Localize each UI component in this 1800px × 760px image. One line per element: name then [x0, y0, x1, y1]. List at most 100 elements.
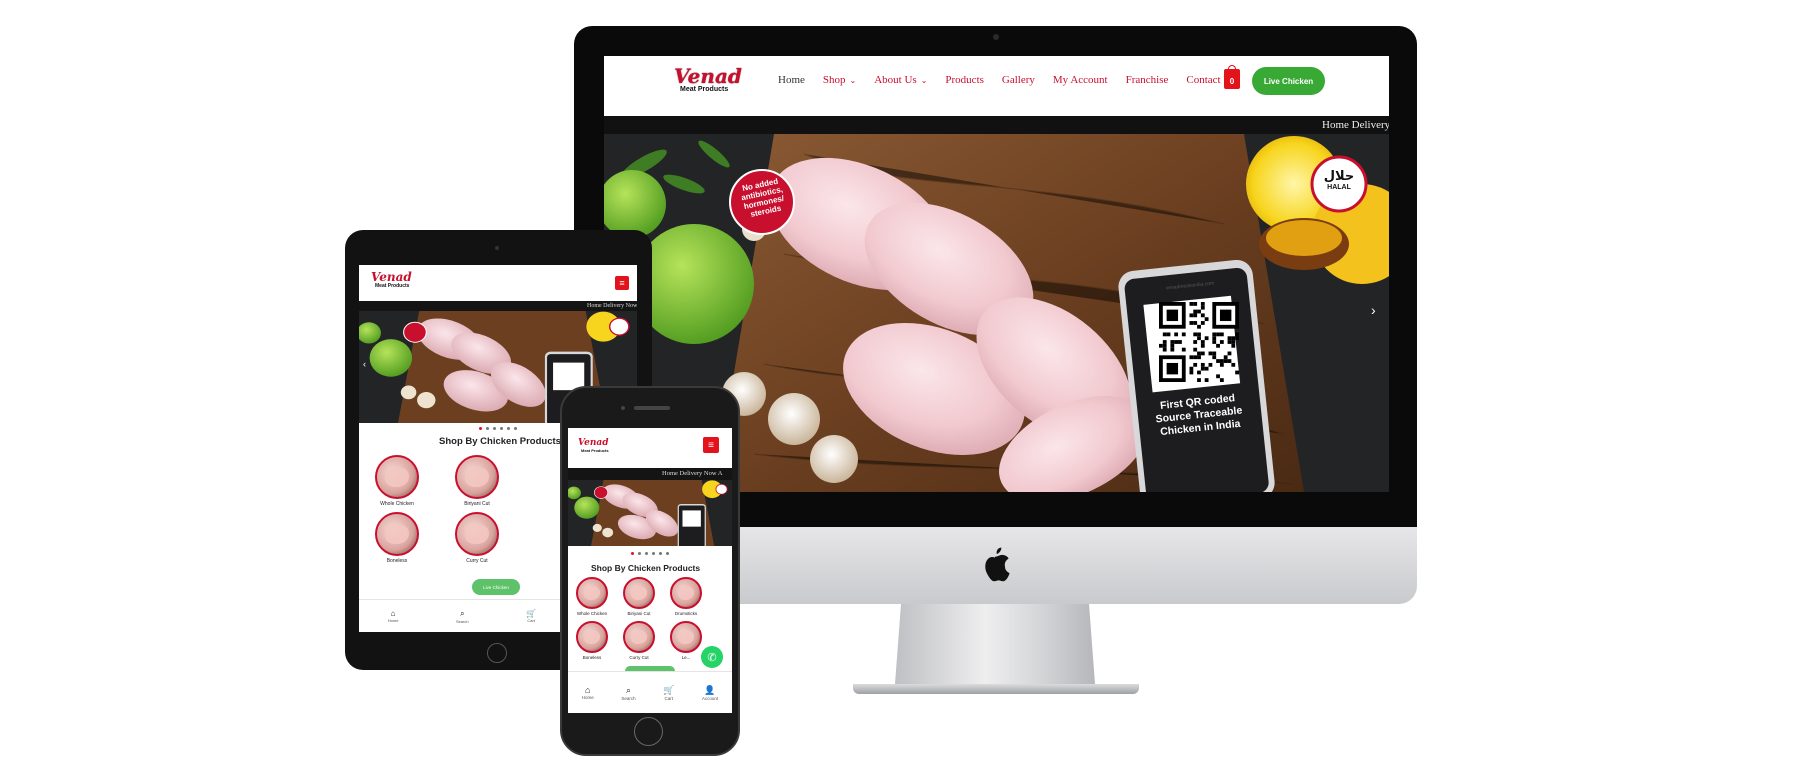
- nav-item-label: Shop: [822, 74, 846, 86]
- cart-icon: 🛒: [526, 609, 537, 618]
- halal-label: HALAL: [1327, 184, 1351, 191]
- apple-logo-icon: [985, 547, 1010, 582]
- category-label: Whole Chicken: [576, 611, 608, 616]
- halal-arabic: حلال: [1323, 169, 1355, 184]
- monitor-stand: [895, 604, 1095, 684]
- home-icon: ⌂: [585, 685, 591, 695]
- site-header: Venad Meat Products Home Shop ⌄ About Us ⌄ Pr…: [604, 56, 1389, 116]
- phone-hero-slider[interactable]: [568, 480, 732, 546]
- chevron-left-icon[interactable]: ‹: [363, 359, 366, 369]
- nav-item-home[interactable]: Home: [778, 74, 805, 86]
- main-nav: Home Shop ⌄ About Us ⌄ Products Gallery My Acco…: [778, 74, 1254, 86]
- bottom-nav-label: Account: [701, 695, 719, 701]
- logo-wordmark: Venad: [578, 438, 609, 448]
- ticker-text: Home Delivery Now A: [662, 470, 723, 477]
- logo-subtitle: Meat Products: [375, 283, 410, 289]
- bottom-nav-label: Cart: [664, 695, 673, 701]
- bottom-nav-label: Search: [455, 618, 469, 624]
- phone-bottom-nav: ⌂ Home ⌕ Search 🛒 Cart 👤 Account: [568, 671, 732, 713]
- slider-dot[interactable]: [486, 427, 489, 430]
- bottom-nav-home[interactable]: ⌂ Home: [388, 609, 399, 623]
- category-label: Curry Cut: [629, 655, 649, 660]
- phone-home-button: [634, 717, 663, 746]
- bottom-nav-cart[interactable]: 🛒 Cart: [663, 685, 674, 701]
- logo-subtitle: Meat Products: [581, 448, 609, 453]
- slider-dots[interactable]: [568, 552, 732, 555]
- category-image: [375, 455, 419, 499]
- bottom-nav-cart[interactable]: 🛒 Cart: [526, 609, 536, 623]
- category-image: [576, 577, 608, 609]
- slider-dot[interactable]: [652, 552, 655, 555]
- tablet-camera-icon: [495, 246, 499, 250]
- nav-item-about-us[interactable]: About Us ⌄: [874, 74, 927, 86]
- category-card[interactable]: Curry Cut: [615, 621, 663, 660]
- nav-item-gallery[interactable]: Gallery: [1002, 74, 1035, 86]
- account-icon: 👤: [704, 684, 716, 695]
- cart-icon[interactable]: 0: [1224, 65, 1240, 89]
- site-logo[interactable]: Venad Meat Products: [674, 66, 742, 104]
- category-card[interactable]: Curry Cut: [447, 512, 507, 564]
- tablet-ticker: Home Delivery Now: [359, 301, 637, 311]
- camera-icon: [993, 34, 999, 40]
- category-label: Boneless: [386, 558, 408, 564]
- category-image: [455, 512, 499, 556]
- bottom-nav-label: Cart: [527, 618, 535, 623]
- category-image: [455, 455, 499, 499]
- category-label: Biriyani Cut: [464, 501, 490, 507]
- search-icon: ⌕: [625, 684, 631, 695]
- slider-dot[interactable]: [507, 427, 510, 430]
- nav-item-label: About Us: [874, 74, 917, 86]
- bottom-nav-home[interactable]: ⌂ Home: [582, 685, 594, 700]
- monitor-stand-base: [853, 684, 1139, 694]
- chevron-right-icon[interactable]: ›: [1371, 302, 1376, 318]
- live-chicken-button[interactable]: Live Chicken: [472, 579, 520, 595]
- nav-item-franchise[interactable]: Franchise: [1126, 74, 1169, 86]
- category-image: [670, 577, 702, 609]
- bottom-nav-search[interactable]: ⌕ Search: [621, 685, 635, 701]
- qr-code-icon: [1159, 302, 1239, 382]
- hamburger-menu-icon[interactable]: ≡: [615, 276, 629, 290]
- hamburger-menu-icon[interactable]: ≡: [703, 437, 719, 453]
- phone-logo[interactable]: Venad Meat Products: [578, 438, 609, 454]
- slider-dot[interactable]: [514, 427, 517, 430]
- category-card[interactable]: Boneless: [367, 512, 427, 564]
- live-chicken-button[interactable]: Live Chicken: [1252, 67, 1325, 95]
- nav-item-my-account[interactable]: My Account: [1053, 74, 1108, 86]
- category-card[interactable]: Boneless: [568, 621, 616, 660]
- bottom-nav-label: Search: [621, 695, 636, 701]
- category-label: Whole Chicken: [380, 501, 414, 507]
- bottom-nav-account[interactable]: 👤Account: [702, 685, 718, 701]
- slider-dot[interactable]: [479, 427, 482, 430]
- slider-dot[interactable]: [493, 427, 496, 430]
- phone-ticker: Home Delivery Now A: [568, 468, 732, 480]
- category-label: Drumsticks: [674, 611, 698, 616]
- whatsapp-icon[interactable]: ✆: [701, 646, 723, 668]
- category-card[interactable]: Drumsticks: [662, 577, 710, 616]
- nav-item-label: Gallery: [1001, 74, 1035, 86]
- tablet-logo[interactable]: Venad Meat Products: [371, 271, 412, 289]
- category-card[interactable]: Whole Chicken: [568, 577, 616, 616]
- slider-dot[interactable]: [500, 427, 503, 430]
- slider-dot[interactable]: [666, 552, 669, 555]
- nav-item-label: My Account: [1052, 74, 1108, 86]
- phone-screen: Venad Meat Products ≡ Home Delivery Now …: [568, 428, 732, 713]
- chevron-down-icon: ⌄: [920, 75, 928, 85]
- slider-dot[interactable]: [645, 552, 648, 555]
- announcement-ticker: Home Delivery Now: [604, 116, 1389, 134]
- category-image: [670, 621, 702, 653]
- nav-item-products[interactable]: Products: [945, 74, 984, 86]
- phone-camera-icon: [621, 406, 625, 410]
- search-icon: ⌕: [460, 608, 465, 618]
- logo-wordmark: Venad: [371, 270, 412, 284]
- category-card[interactable]: Biriyani Cut: [615, 577, 663, 616]
- tablet-home-button: [487, 643, 507, 663]
- slider-dot[interactable]: [631, 552, 634, 555]
- category-card[interactable]: Biriyani Cut: [447, 455, 507, 507]
- bottom-nav-search[interactable]: ⌕ Search: [456, 609, 469, 624]
- category-card[interactable]: Whole Chicken: [367, 455, 427, 507]
- slider-dot[interactable]: [659, 552, 662, 555]
- bottom-nav-label: Home: [581, 695, 594, 700]
- slider-dot[interactable]: [638, 552, 641, 555]
- nav-item-shop[interactable]: Shop ⌄: [823, 74, 856, 86]
- section-title: Shop By Chicken Products: [591, 563, 701, 573]
